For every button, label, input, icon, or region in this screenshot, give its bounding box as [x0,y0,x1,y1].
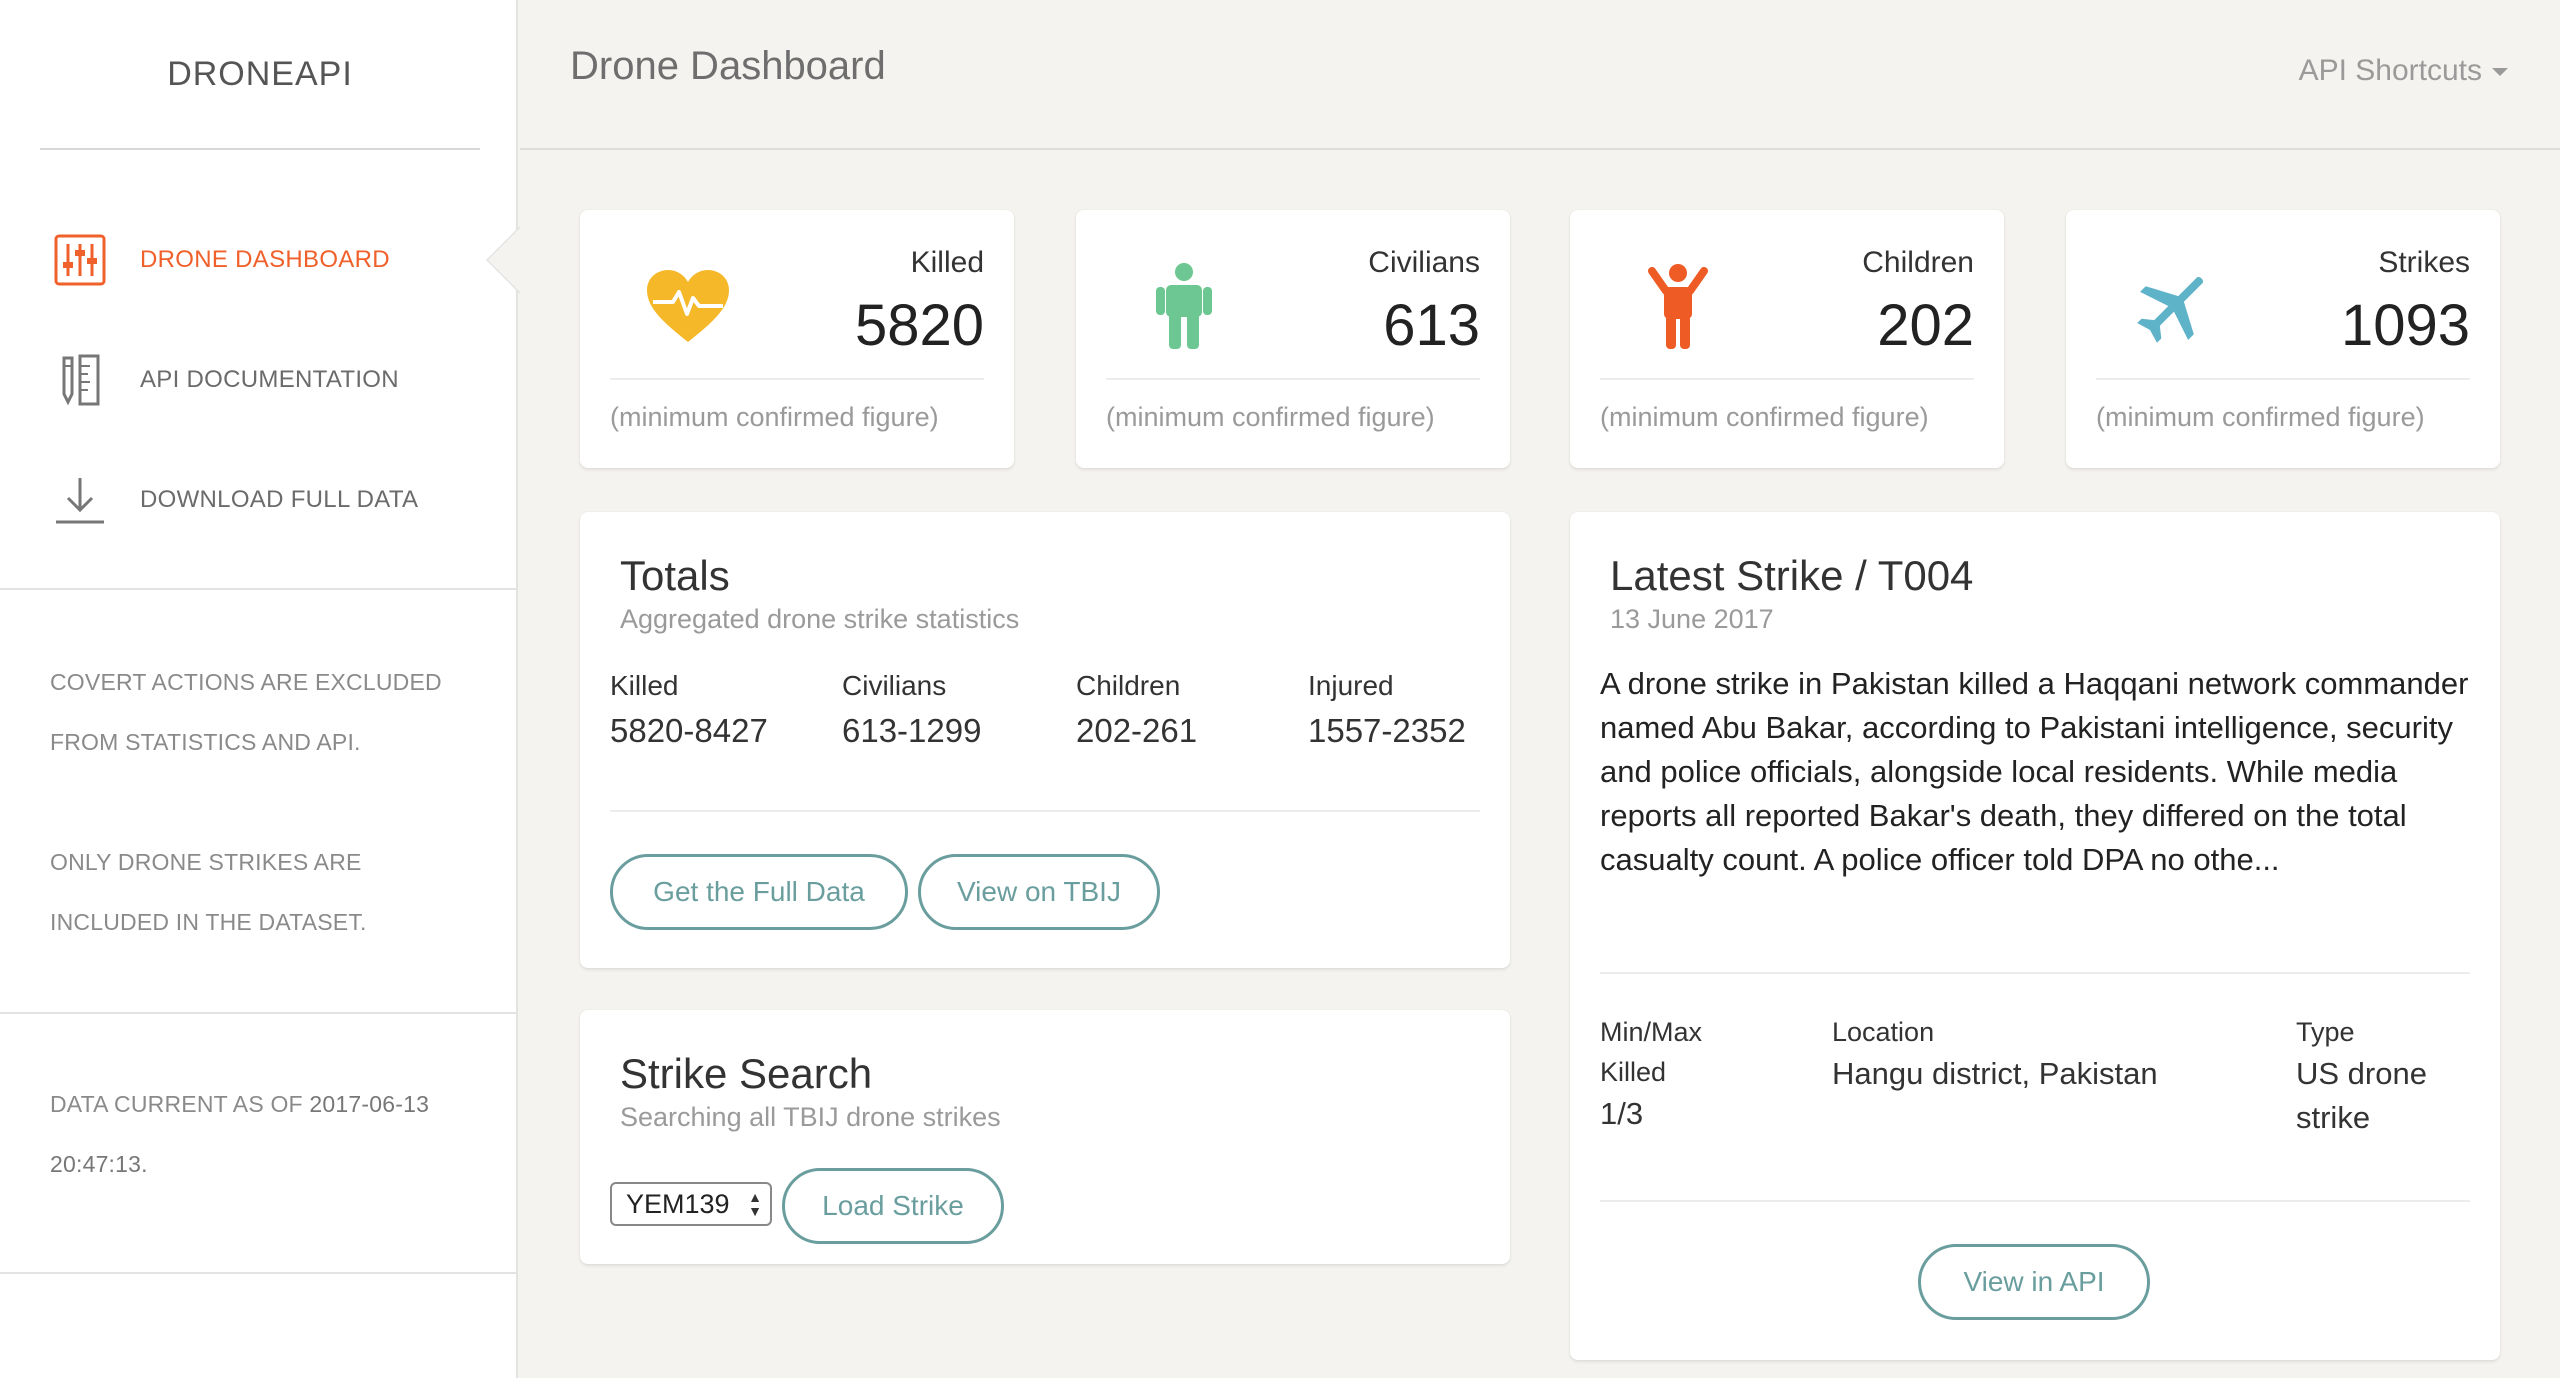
nav-label: API DOCUMENTATION [140,366,399,393]
drone-strikes-note: ONLY DRONE STRIKES ARE INCLUDED IN THE D… [50,832,490,952]
stat-footnote: (minimum confirmed figure) [2096,402,2425,432]
divider [1600,972,2470,974]
airplane-icon [2126,258,2222,354]
totals-panel: Totals Aggregated drone strike statistic… [580,512,1510,968]
stat-card-strikes: Strikes 1093 (minimum confirmed figure) [2066,210,2500,468]
get-full-data-button[interactable]: Get the Full Data [610,854,908,930]
totals-civilians: Civilians 613-1299 [842,670,981,750]
totals-children: Children 202-261 [1076,670,1197,750]
nav-label: DRONE DASHBOARD [140,246,390,273]
note-time: 20:47:13. [50,1151,148,1177]
note-line: FROM STATISTICS AND API. [50,729,361,755]
stat-footnote: (minimum confirmed figure) [610,402,939,432]
strike-description: A drone strike in Pakistan killed a Haqq… [1600,666,2469,877]
stat-label: Strikes [2378,246,2470,279]
min-max-killed: Min/Max Killed 1/3 [1600,1012,1702,1136]
stat-value: 202 [1877,293,1974,358]
view-on-tbij-button[interactable]: View on TBIJ [918,854,1160,930]
child-icon [1630,258,1726,354]
meta-value: 1/3 [1600,1096,1644,1131]
data-current-note: DATA CURRENT AS OF 2017-06-13 20:47:13. [50,1074,490,1194]
load-strike-button[interactable]: Load Strike [782,1168,1004,1244]
totals-value: 613-1299 [842,712,982,749]
stat-value: 613 [1383,293,1480,358]
dropdown-label: API Shortcuts [2298,54,2482,87]
stat-footnote: (minimum confirmed figure) [1600,402,1929,432]
totals-injured: Injured 1557-2352 [1308,670,1466,750]
stat-card-killed: Killed 5820 (minimum confirmed figure) [580,210,1014,468]
search-title: Strike Search [620,1050,873,1097]
totals-killed: Killed 5820-8427 [610,670,768,750]
stat-card-civilians: Civilians 613 (minimum confirmed figure) [1076,210,1510,468]
divider [0,1012,518,1014]
location: Location Hangu district, Pakistan [1832,1012,2158,1096]
note-prefix: DATA CURRENT AS OF [50,1091,303,1117]
select-value: YEM139 [626,1189,730,1219]
divider [610,378,984,380]
divider [610,810,1480,812]
download-icon [52,472,108,528]
select-arrows-icon: ▲ ▼ [748,1189,762,1219]
latest-title: Latest Strike / T004 [1610,552,1974,599]
divider [0,1272,518,1274]
divider [2096,378,2470,380]
meta-label: Location [1832,1017,1935,1047]
search-subtitle: Searching all TBIJ drone strikes [620,1102,1001,1132]
person-icon [1136,258,1232,354]
stat-value: 1093 [2340,293,2470,358]
nav-drone-dashboard[interactable]: DRONE DASHBOARD [0,220,518,300]
api-shortcuts-dropdown[interactable]: API Shortcuts [2299,54,2508,88]
note-line: COVERT ACTIONS ARE EXCLUDED [50,669,442,695]
note-line: ONLY DRONE STRIKES ARE [50,849,362,875]
view-in-api-button[interactable]: View in API [1918,1244,2150,1320]
nav-download-full-data[interactable]: DOWNLOAD FULL DATA [0,460,518,540]
nav-label: DOWNLOAD FULL DATA [140,486,419,513]
sliders-icon [52,232,108,288]
totals-label: Killed [610,670,679,701]
totals-value: 5820-8427 [610,712,768,749]
ruler-pencil-icon [52,352,108,408]
totals-label: Children [1076,670,1181,701]
note-date: 2017-06-13 [309,1091,430,1117]
stat-footnote: (minimum confirmed figure) [1106,402,1435,432]
latest-date: 13 June 2017 [1610,604,1774,634]
brand-logo[interactable]: DRONEAPI [40,0,480,150]
divider [1600,1200,2470,1202]
divider [0,588,518,590]
meta-value: Hangu district, Pakistan [1832,1056,2158,1091]
totals-value: 1557-2352 [1308,712,1466,749]
latest-strike-panel: Latest Strike / T004 13 June 2017 A dron… [1570,512,2500,1360]
meta-label: Killed [1600,1057,1667,1087]
strike-select[interactable]: YEM139 ▲ ▼ [610,1182,772,1226]
stat-value: 5820 [854,293,984,358]
strike-type: Type US drone strike [2296,1012,2427,1140]
meta-label: Type [2296,1017,2355,1047]
page-title: Drone Dashboard [570,44,886,88]
sidebar: DRONEAPI DRONE DASHBOARD API DOCUMENTATI… [0,0,518,1378]
nav-api-documentation[interactable]: API DOCUMENTATION [0,340,518,420]
covert-actions-note: COVERT ACTIONS ARE EXCLUDED FROM STATIST… [50,652,490,772]
totals-label: Civilians [842,670,947,701]
stat-card-children: Children 202 (minimum confirmed figure) [1570,210,2004,468]
strike-search-panel: Strike Search Searching all TBIJ drone s… [580,1010,1510,1264]
caret-down-icon [2492,68,2508,77]
meta-value: strike [2296,1100,2371,1135]
heartbeat-icon [640,258,736,354]
stat-label: Killed [910,246,984,279]
totals-subtitle: Aggregated drone strike statistics [620,604,1020,634]
totals-label: Injured [1308,670,1394,701]
header: Drone Dashboard API Shortcuts [520,0,2560,150]
totals-title: Totals [620,552,730,599]
meta-value: US drone [2296,1056,2427,1091]
totals-value: 202-261 [1076,712,1198,749]
note-line: INCLUDED IN THE DATASET. [50,909,367,935]
active-indicator [488,228,520,292]
divider [1106,378,1480,380]
stat-label: Children [1862,246,1974,279]
meta-label: Min/Max [1600,1017,1703,1047]
stat-label: Civilians [1368,246,1480,279]
divider [1600,378,1974,380]
